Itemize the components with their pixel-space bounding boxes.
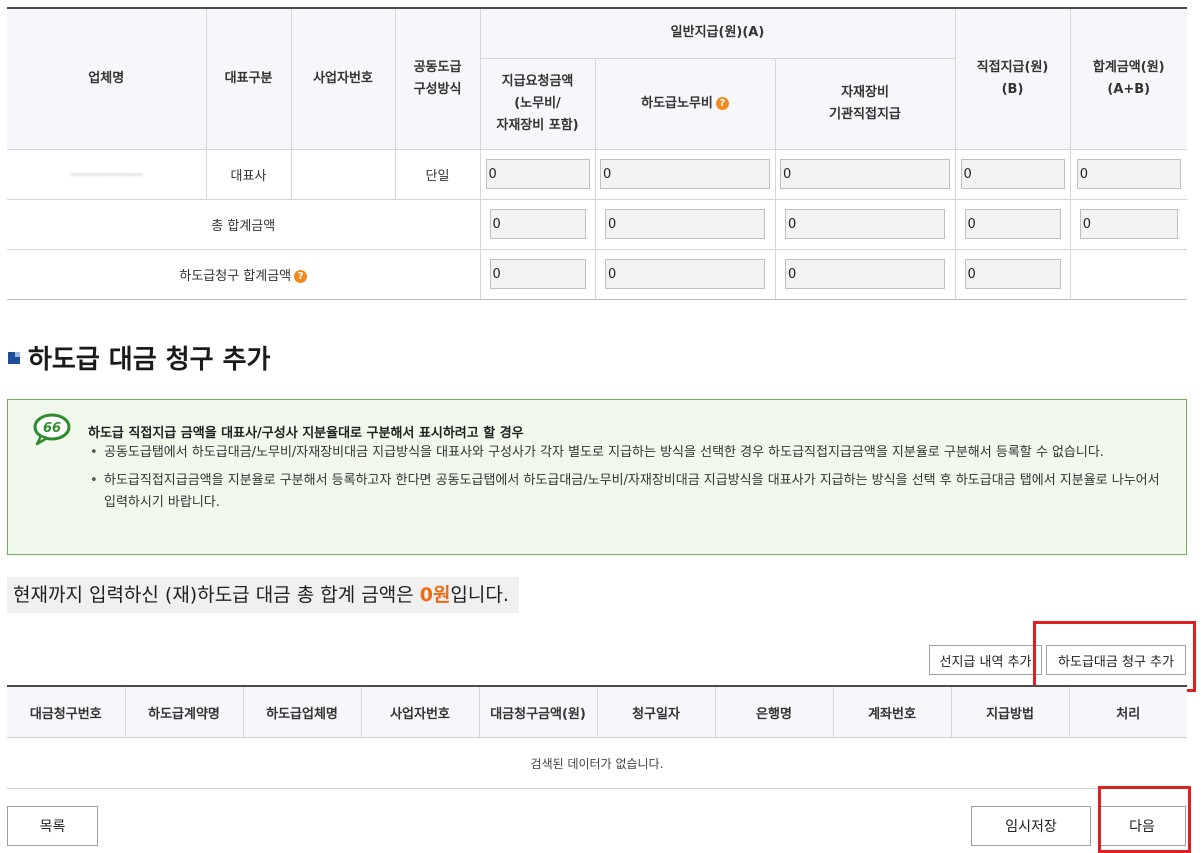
sub-total-labor-input[interactable] bbox=[605, 259, 765, 289]
header-direct-line2: (B) bbox=[1001, 81, 1024, 97]
sub-total-direct-cell bbox=[954, 248, 1071, 300]
direct-payment-input[interactable] bbox=[960, 159, 1065, 189]
notice-list: 공동도급탭에서 하도급대금/노무비/자재장비대금 지급방식을 대표사와 구성사가… bbox=[88, 442, 1168, 520]
claim-amount-cell bbox=[479, 148, 596, 200]
header-material-line1: 자재장비 bbox=[841, 84, 889, 100]
summary-prefix: 현재까지 입력하신 (재)하도급 대금 총 합계 금액은 bbox=[13, 584, 420, 606]
header-joint-method-line1: 공동도급 bbox=[413, 59, 462, 75]
column-header: 청구일자 bbox=[596, 685, 715, 738]
header-rep-type: 대표구분 bbox=[205, 7, 292, 150]
grand-total-total-cell bbox=[1069, 198, 1187, 250]
sub-labor-input[interactable] bbox=[600, 159, 770, 189]
header-total-amount: 합계금액(원) (A+B) bbox=[1069, 7, 1187, 150]
grand-total-direct-cell bbox=[954, 198, 1071, 250]
company-name-cell: ━━━━━━━━━━━━ bbox=[7, 148, 207, 200]
empty-message: 검색된 데이터가 없습니다. bbox=[7, 737, 1187, 789]
header-total-line2: (A+B) bbox=[1107, 81, 1151, 97]
grand-total-material-input[interactable] bbox=[785, 209, 945, 239]
temp-save-button[interactable]: 임시저장 bbox=[971, 806, 1091, 846]
redacted-company-name: ━━━━━━━━━━━━ bbox=[70, 169, 143, 181]
column-header: 은행명 bbox=[714, 685, 833, 738]
total-cell bbox=[1069, 148, 1187, 200]
summary-amount: 0원 bbox=[419, 584, 451, 606]
column-header: 처리 bbox=[1068, 685, 1187, 738]
column-header: 대금청구금액(원) bbox=[478, 685, 597, 738]
business-number-cell bbox=[290, 148, 396, 200]
header-company-name: 업체명 bbox=[7, 7, 207, 150]
subcontract-total-text: 하도급청구 합계금액 bbox=[179, 268, 292, 284]
grand-total-label: 총 합계금액 bbox=[7, 198, 481, 250]
add-prepayment-button[interactable]: 선지급 내역 추가 bbox=[929, 645, 1042, 675]
section-title: 하도급 대금 청구 추가 bbox=[28, 345, 271, 375]
claim-amount-input[interactable] bbox=[485, 159, 590, 189]
header-sub-labor-label: 하도급노무비 bbox=[641, 95, 713, 111]
sub-total-labor-cell bbox=[594, 248, 776, 300]
grand-total-labor-cell bbox=[594, 198, 776, 250]
header-claim-line1: 지급요청금액 bbox=[501, 73, 574, 89]
notice-item: 하도급직접지급금액을 지분율로 구분해서 등록하고자 한다면 공동도급탭에서 하… bbox=[88, 470, 1168, 514]
sub-total-claim-cell bbox=[479, 248, 596, 300]
header-subcontract-labor: 하도급노무비? bbox=[594, 57, 776, 150]
help-icon[interactable]: ? bbox=[294, 269, 308, 283]
header-material-direct: 자재장비 기관직접지급 bbox=[774, 57, 955, 150]
claims-table: 대금청구번호 하도급계약명 하도급업체명 사업자번호 대금청구금액(원) 청구일… bbox=[7, 685, 1187, 789]
header-claim-line3: 자재장비 포함) bbox=[496, 117, 579, 133]
grand-total-material-cell bbox=[774, 198, 956, 250]
list-button[interactable]: 목록 bbox=[7, 806, 98, 846]
grand-total-claim-cell bbox=[479, 198, 596, 250]
grand-total-total-input[interactable] bbox=[1079, 209, 1178, 239]
total-amount-input[interactable] bbox=[1076, 159, 1181, 189]
sub-total-empty-cell bbox=[1069, 248, 1187, 300]
header-direct-payment: 직접지급(원) (B) bbox=[954, 7, 1071, 150]
grand-total-claim-input[interactable] bbox=[489, 209, 586, 239]
payment-summary-table: 업체명 대표구분 사업자번호 공동도급 구성방식 일반지급(원)(A) 직접지급… bbox=[7, 7, 1187, 300]
sub-total-claim-input[interactable] bbox=[489, 259, 586, 289]
column-header: 하도급계약명 bbox=[124, 685, 243, 738]
sub-total-material-cell bbox=[774, 248, 956, 300]
grand-total-labor-input[interactable] bbox=[605, 209, 765, 239]
sub-total-direct-input[interactable] bbox=[964, 259, 1061, 289]
next-button[interactable]: 다음 bbox=[1098, 806, 1186, 846]
header-joint-method-line2: 구성방식 bbox=[413, 81, 462, 97]
header-total-line1: 합계금액(원) bbox=[1092, 59, 1165, 75]
header-material-line2: 기관직접지급 bbox=[829, 106, 901, 122]
header-joint-method: 공동도급 구성방식 bbox=[394, 7, 481, 150]
header-business-number: 사업자번호 bbox=[290, 7, 396, 150]
column-header: 사업자번호 bbox=[360, 685, 479, 738]
total-summary: 현재까지 입력하신 (재)하도급 대금 총 합계 금액은 0원입니다. bbox=[7, 577, 519, 613]
sub-total-material-input[interactable] bbox=[785, 259, 945, 289]
notice-title: 하도급 직접지급 금액을 대표사/구성사 지분율대로 구분해서 표시하려고 할 … bbox=[88, 426, 524, 441]
add-subcontract-claim-button[interactable]: 하도급대금 청구 추가 bbox=[1046, 645, 1186, 675]
material-cell bbox=[774, 148, 956, 200]
sub-labor-cell bbox=[594, 148, 776, 200]
section-bullet-icon bbox=[8, 352, 20, 364]
header-general-payment: 일반지급(원)(A) bbox=[479, 7, 956, 59]
direct-cell bbox=[954, 148, 1071, 200]
notice-item: 공동도급탭에서 하도급대금/노무비/자재장비대금 지급방식을 대표사와 구성사가… bbox=[88, 442, 1168, 464]
header-claim-amount: 지급요청금액 (노무비/ 자재장비 포함) bbox=[480, 57, 596, 150]
joint-method-cell: 단일 bbox=[394, 148, 481, 200]
rep-type-cell: 대표사 bbox=[205, 148, 292, 200]
header-claim-line2: (노무비/ bbox=[514, 95, 561, 111]
header-direct-line1: 직접지급(원) bbox=[976, 59, 1049, 75]
material-input[interactable] bbox=[780, 159, 950, 189]
notice-box: 66 하도급 직접지급 금액을 대표사/구성사 지분율대로 구분해서 표시하려고… bbox=[7, 399, 1187, 555]
help-icon[interactable]: ? bbox=[715, 96, 729, 110]
speech-bubble-icon: 66 bbox=[33, 413, 71, 446]
column-header: 하도급업체명 bbox=[242, 685, 361, 738]
speech-bubble-glyph: 66 bbox=[43, 421, 61, 436]
column-header: 지급방법 bbox=[950, 685, 1069, 738]
summary-suffix: 입니다. bbox=[450, 584, 509, 606]
grand-total-direct-input[interactable] bbox=[964, 209, 1061, 239]
subcontract-total-label: 하도급청구 합계금액? bbox=[7, 248, 481, 300]
column-header: 대금청구번호 bbox=[7, 685, 125, 738]
column-header: 계좌번호 bbox=[832, 685, 951, 738]
